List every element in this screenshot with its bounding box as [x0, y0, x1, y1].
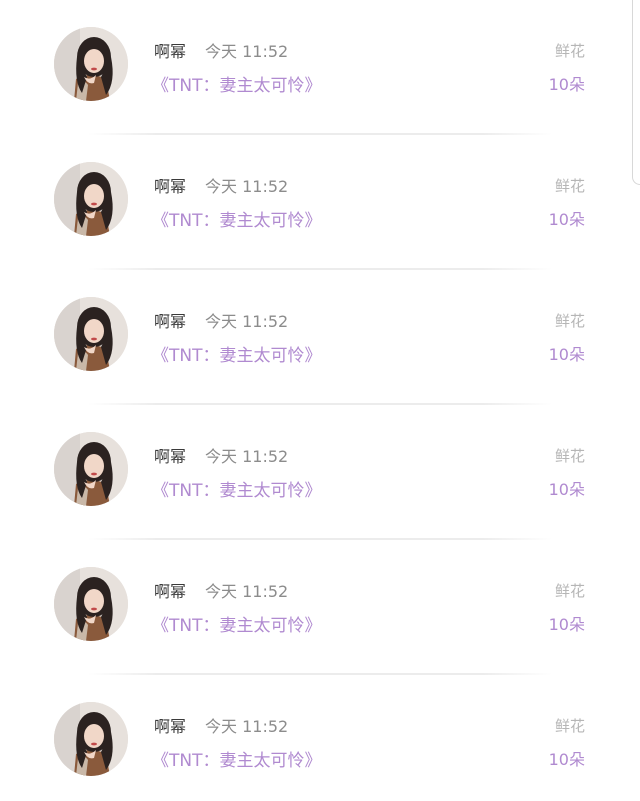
list-item[interactable]: 啊幂 今天 11:52 《TNT：妻主太可怜》 鲜花 10朵 — [0, 540, 640, 675]
avatar[interactable] — [54, 702, 128, 776]
gift-count: 10朵 — [548, 345, 585, 364]
avatar-photo-icon — [54, 432, 128, 506]
book-title-link[interactable]: 《TNT：妻主太可怜》 — [152, 746, 322, 771]
timestamp: 今天 11:52 — [205, 42, 289, 61]
list-item[interactable]: 啊幂 今天 11:52 《TNT：妻主太可怜》 鲜花 10朵 — [0, 675, 640, 801]
avatar-photo-icon — [54, 567, 128, 641]
user-name[interactable]: 啊幂 — [154, 308, 186, 332]
gift-count: 10朵 — [548, 750, 585, 769]
book-title-link[interactable]: 《TNT：妻主太可怜》 — [152, 611, 322, 636]
avatar[interactable] — [54, 567, 128, 641]
gift-type: 鲜花 — [554, 42, 585, 60]
avatar[interactable] — [54, 27, 128, 101]
book-title-link[interactable]: 《TNT：妻主太可怜》 — [152, 206, 322, 231]
list-item[interactable]: 啊幂 今天 11:52 《TNT：妻主太可怜》 鲜花 10朵 — [0, 405, 640, 540]
user-name[interactable]: 啊幂 — [154, 713, 186, 737]
user-name[interactable]: 啊幂 — [154, 578, 186, 602]
gift-type: 鲜花 — [554, 447, 585, 465]
user-name[interactable]: 啊幂 — [154, 173, 186, 197]
avatar[interactable] — [54, 162, 128, 236]
timestamp: 今天 11:52 — [205, 177, 289, 196]
user-name[interactable]: 啊幂 — [154, 443, 186, 467]
timestamp: 今天 11:52 — [205, 312, 289, 331]
avatar-photo-icon — [54, 162, 128, 236]
timestamp: 今天 11:52 — [205, 447, 289, 466]
timestamp: 今天 11:52 — [205, 582, 289, 601]
book-title-link[interactable]: 《TNT：妻主太可怜》 — [152, 341, 322, 366]
gift-count: 10朵 — [548, 480, 585, 499]
avatar[interactable] — [54, 297, 128, 371]
list-item[interactable]: 啊幂 今天 11:52 《TNT：妻主太可怜》 鲜花 10朵 — [0, 0, 640, 135]
gift-count: 10朵 — [548, 210, 585, 229]
gift-type: 鲜花 — [554, 717, 585, 735]
avatar[interactable] — [54, 432, 128, 506]
list-item[interactable]: 啊幂 今天 11:52 《TNT：妻主太可怜》 鲜花 10朵 — [0, 135, 640, 270]
avatar-photo-icon — [54, 702, 128, 776]
book-title-link[interactable]: 《TNT：妻主太可怜》 — [152, 476, 322, 501]
book-title-link[interactable]: 《TNT：妻主太可怜》 — [152, 71, 322, 96]
gift-count: 10朵 — [548, 615, 585, 634]
scrollbar[interactable] — [632, 0, 640, 185]
timestamp: 今天 11:52 — [205, 717, 289, 736]
gift-record-list: 啊幂 今天 11:52 《TNT：妻主太可怜》 鲜花 10朵 啊幂 今天 11:… — [0, 0, 640, 801]
user-name[interactable]: 啊幂 — [154, 38, 186, 62]
list-item[interactable]: 啊幂 今天 11:52 《TNT：妻主太可怜》 鲜花 10朵 — [0, 270, 640, 405]
gift-type: 鲜花 — [554, 177, 585, 195]
gift-type: 鲜花 — [554, 312, 585, 330]
gift-count: 10朵 — [548, 75, 585, 94]
avatar-photo-icon — [54, 27, 128, 101]
gift-type: 鲜花 — [554, 582, 585, 600]
avatar-photo-icon — [54, 297, 128, 371]
